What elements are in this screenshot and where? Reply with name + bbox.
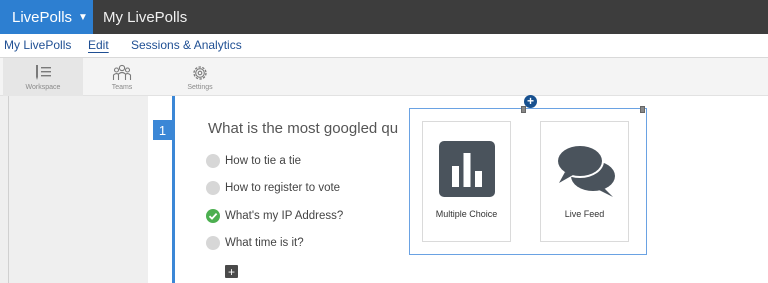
tool-teams-label: Teams — [111, 83, 133, 91]
answer-text: How to register to vote — [225, 182, 341, 194]
add-answer-plus-icon[interactable]: + — [225, 265, 238, 279]
answer-text: How to tie a tie — [225, 155, 302, 167]
bar-chart-icon — [439, 141, 495, 197]
answer-option[interactable]: How to tie a tie — [206, 153, 301, 169]
question-title[interactable]: What is the most googled qu — [208, 120, 408, 140]
tool-settings[interactable]: Settings — [160, 58, 240, 96]
gear-icon — [193, 65, 207, 80]
resize-handle[interactable] — [521, 106, 526, 113]
tool-settings-label: Settings — [187, 83, 213, 91]
tool-workspace[interactable]: Workspace — [3, 58, 83, 96]
answer-option[interactable]: What time is it? — [206, 235, 304, 251]
answer-radio[interactable] — [206, 181, 220, 195]
top-bar: LivePolls ▼ My LivePolls — [0, 0, 768, 34]
tool-workspace-label: Workspace — [25, 83, 61, 91]
poll-type-multiple-choice[interactable]: Multiple Choice — [422, 121, 511, 242]
nav-edit[interactable]: Edit — [88, 38, 109, 52]
answer-option[interactable]: How to register to vote — [206, 180, 340, 196]
answer-option[interactable]: What's my IP Address? — [206, 208, 343, 224]
teams-icon — [112, 64, 132, 80]
answer-radio[interactable] — [206, 236, 220, 250]
app-title: My LivePolls — [103, 8, 188, 26]
correct-check-icon[interactable] — [206, 209, 220, 223]
nav-sessions-analytics[interactable]: Sessions & Analytics — [131, 38, 242, 52]
outline-panel — [0, 96, 148, 283]
sub-navigation: My LivePolls Edit Sessions & Analytics — [0, 34, 768, 58]
question-number: 1 — [153, 120, 172, 140]
resize-handle[interactable] — [640, 106, 645, 113]
panel-divider — [8, 96, 9, 283]
chat-bubbles-icon — [555, 141, 617, 197]
brand-menu[interactable]: LivePolls ▼ — [0, 0, 93, 34]
nav-my-livepolls[interactable]: My LivePolls — [4, 38, 71, 52]
poll-type-live-feed[interactable]: Live Feed — [540, 121, 629, 242]
toolbar: Workspace Teams Settings — [0, 58, 768, 96]
answer-text: What time is it? — [225, 237, 304, 249]
tool-teams[interactable]: Teams — [82, 58, 162, 96]
caret-down-icon: ▼ — [78, 11, 88, 23]
poll-type-label: Multiple Choice — [435, 209, 498, 219]
brand-label: LivePolls — [12, 8, 73, 26]
workspace-icon — [36, 64, 51, 80]
answer-radio[interactable] — [206, 154, 220, 168]
answer-text: What's my IP Address? — [225, 210, 344, 222]
poll-type-label: Live Feed — [564, 209, 605, 219]
